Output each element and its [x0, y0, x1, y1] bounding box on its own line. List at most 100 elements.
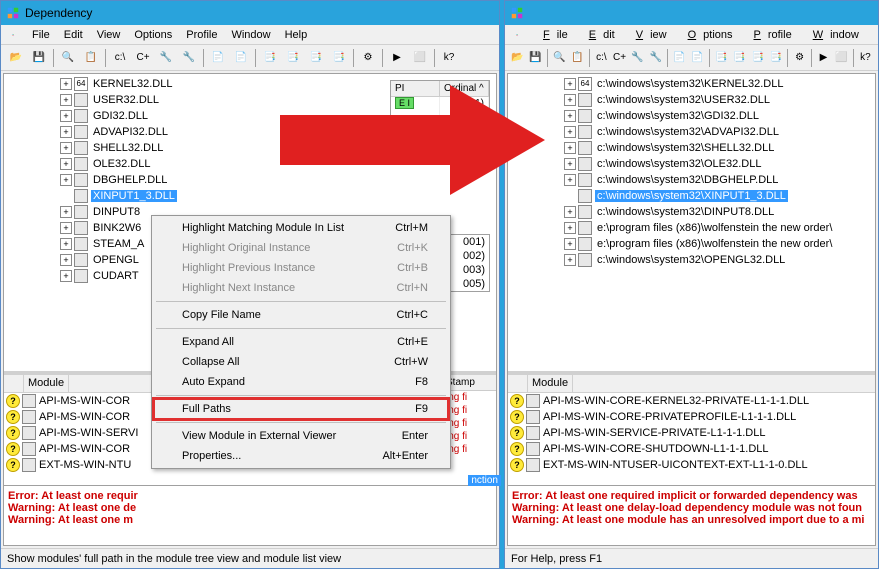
- module-name[interactable]: c:\windows\system32\GDI32.DLL: [595, 110, 761, 122]
- col-module[interactable]: Module: [528, 375, 573, 392]
- toolbar-button[interactable]: c:\: [109, 47, 131, 69]
- menu-options[interactable]: Options: [127, 27, 179, 43]
- menu-item[interactable]: Full PathsF9: [154, 399, 448, 419]
- menu-file[interactable]: File: [25, 27, 57, 43]
- expand-icon[interactable]: +: [564, 238, 576, 250]
- toolbar-button[interactable]: 🔧: [178, 47, 200, 69]
- tree-item[interactable]: + c:\windows\system32\OPENGL32.DLL: [510, 252, 873, 268]
- expand-icon[interactable]: +: [564, 174, 576, 186]
- expand-icon[interactable]: +: [60, 110, 72, 122]
- expand-icon[interactable]: +: [564, 94, 576, 106]
- toolbar-button[interactable]: 📑: [731, 47, 748, 69]
- module-name[interactable]: XINPUT1_3.DLL: [91, 190, 177, 202]
- module-tree[interactable]: +64c:\windows\system32\KERNEL32.DLL+c:\w…: [508, 74, 875, 371]
- expand-icon[interactable]: +: [564, 158, 576, 170]
- toolbar-button[interactable]: ▶: [815, 47, 832, 69]
- toolbar-button[interactable]: ⚙: [791, 47, 808, 69]
- menu-item[interactable]: View Module in External ViewerEnter: [154, 426, 448, 446]
- toolbar-button[interactable]: C+: [132, 47, 154, 69]
- toolbar-button[interactable]: 🔧: [647, 47, 664, 69]
- toolbar-button[interactable]: 📑: [259, 47, 281, 69]
- menu-view[interactable]: View: [90, 27, 128, 43]
- expand-icon[interactable]: +: [60, 174, 72, 186]
- toolbar-button[interactable]: 📑: [305, 47, 327, 69]
- expand-icon[interactable]: +: [564, 142, 576, 154]
- toolbar-button[interactable]: 📄: [689, 47, 706, 69]
- toolbar-button[interactable]: 🔧: [629, 47, 646, 69]
- module-name[interactable]: c:\windows\system32\ADVAPI32.DLL: [595, 126, 781, 138]
- toolbar-button[interactable]: 📑: [328, 47, 350, 69]
- module-name[interactable]: USER32.DLL: [91, 94, 161, 106]
- menu-window[interactable]: Window: [224, 27, 277, 43]
- menu-profile[interactable]: Profile: [179, 27, 224, 43]
- expand-icon[interactable]: +: [60, 78, 72, 90]
- toolbar-button[interactable]: 💾: [28, 47, 50, 69]
- expand-icon[interactable]: +: [564, 254, 576, 266]
- menu-edit[interactable]: Edit: [575, 27, 622, 43]
- list-row[interactable]: ?API-MS-WIN-CORE-PRIVATEPROFILE-L1-1-1.D…: [508, 409, 875, 425]
- menu-item[interactable]: Highlight Matching Module In ListCtrl+M: [154, 218, 448, 238]
- tree-item[interactable]: + c:\windows\system32\OLE32.DLL: [510, 156, 873, 172]
- menu-item[interactable]: Collapse AllCtrl+W: [154, 352, 448, 372]
- expand-icon[interactable]: +: [60, 94, 72, 106]
- module-name[interactable]: SHELL32.DLL: [91, 142, 165, 154]
- module-name[interactable]: BINK2W6: [91, 222, 143, 234]
- menu-profile[interactable]: Profile: [740, 27, 799, 43]
- module-name[interactable]: c:\windows\system32\XINPUT1_3.DLL: [595, 190, 788, 202]
- expand-icon[interactable]: +: [564, 126, 576, 138]
- list-row[interactable]: ?API-MS-WIN-CORE-SHUTDOWN-L1-1-1.DLL: [508, 441, 875, 457]
- tree-item[interactable]: +e:\program files (x86)\wolfenstein the …: [510, 220, 873, 236]
- module-name[interactable]: OLE32.DLL: [91, 158, 152, 170]
- toolbar-button[interactable]: 📑: [767, 47, 784, 69]
- toolbar-button[interactable]: 📑: [749, 47, 766, 69]
- menu-help[interactable]: Help: [866, 27, 879, 43]
- module-name[interactable]: e:\program files (x86)\wolfenstein the n…: [595, 238, 834, 250]
- toolbar-button[interactable]: ⬜: [409, 47, 431, 69]
- expand-icon[interactable]: +: [564, 206, 576, 218]
- module-list[interactable]: Module ?API-MS-WIN-CORE-KERNEL32-PRIVATE…: [508, 375, 875, 485]
- toolbar-button[interactable]: k?: [857, 47, 874, 69]
- context-menu[interactable]: Highlight Matching Module In ListCtrl+MH…: [151, 215, 451, 469]
- list-row[interactable]: ?API-MS-WIN-SERVICE-PRIVATE-L1-1-1.DLL: [508, 425, 875, 441]
- toolbar-button[interactable]: ⚙: [357, 47, 379, 69]
- expand-icon[interactable]: +: [60, 270, 72, 282]
- expand-icon[interactable]: +: [564, 110, 576, 122]
- menu-window[interactable]: Window: [799, 27, 866, 43]
- expand-icon[interactable]: +: [60, 158, 72, 170]
- toolbar-button[interactable]: C+: [611, 47, 628, 69]
- menu-item[interactable]: Expand AllCtrl+E: [154, 332, 448, 352]
- tree-item[interactable]: +c:\windows\system32\SHELL32.DLL: [510, 140, 873, 156]
- module-name[interactable]: ADVAPI32.DLL: [91, 126, 170, 138]
- module-name[interactable]: OPENGL: [91, 254, 141, 266]
- tree-item[interactable]: +c:\windows\system32\USER32.DLL: [510, 92, 873, 108]
- module-name[interactable]: DINPUT8: [91, 206, 142, 218]
- toolbar-button[interactable]: 📂: [509, 47, 526, 69]
- toolbar-button[interactable]: 📄: [671, 47, 688, 69]
- toolbar-button[interactable]: 🔧: [155, 47, 177, 69]
- tree-item[interactable]: +c:\windows\system32\DINPUT8.DLL: [510, 204, 873, 220]
- titlebar[interactable]: [505, 1, 878, 25]
- toolbar-button[interactable]: c:\: [593, 47, 610, 69]
- expand-icon[interactable]: +: [60, 254, 72, 266]
- menubar[interactable]: File Edit View Options Profile Window He…: [505, 25, 878, 45]
- titlebar[interactable]: Dependency: [1, 1, 499, 25]
- module-name[interactable]: GDI32.DLL: [91, 110, 150, 122]
- module-name[interactable]: STEAM_A: [91, 238, 146, 250]
- module-name[interactable]: c:\windows\system32\OLE32.DLL: [595, 158, 763, 170]
- module-name[interactable]: e:\program files (x86)\wolfenstein the n…: [595, 222, 834, 234]
- menubar[interactable]: File Edit View Options Profile Window He…: [1, 25, 499, 45]
- toolbar-button[interactable]: 💾: [527, 47, 544, 69]
- tree-item[interactable]: c:\windows\system32\XINPUT1_3.DLL: [510, 188, 873, 204]
- module-name[interactable]: c:\windows\system32\KERNEL32.DLL: [595, 78, 785, 90]
- menu-options[interactable]: Options: [674, 27, 740, 43]
- module-name[interactable]: c:\windows\system32\OPENGL32.DLL: [595, 254, 787, 266]
- menu-item[interactable]: Auto ExpandF8: [154, 372, 448, 392]
- toolbar-button[interactable]: ▶: [386, 47, 408, 69]
- menu-view[interactable]: View: [622, 27, 674, 43]
- toolbar-button[interactable]: 📄: [230, 47, 252, 69]
- toolbar-button[interactable]: 🔍: [57, 47, 79, 69]
- tree-item[interactable]: +64c:\windows\system32\KERNEL32.DLL: [510, 76, 873, 92]
- module-name[interactable]: c:\windows\system32\DBGHELP.DLL: [595, 174, 780, 186]
- tree-item[interactable]: + c:\windows\system32\ADVAPI32.DLL: [510, 124, 873, 140]
- toolbar-button[interactable]: 📄: [207, 47, 229, 69]
